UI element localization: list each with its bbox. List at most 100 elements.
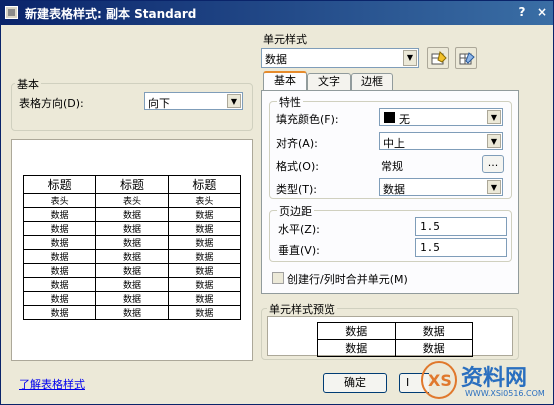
preview-data-cell: 数据	[167, 235, 242, 250]
type-label: 类型(T):	[276, 183, 318, 196]
table-preview: 标题 标题 标题 表头 表头 表头 数据 数据 数据 数据 数据 数据 数据 数据 数据 数据 数据…	[22, 175, 242, 320]
cell-preview-row: 数据 数据	[317, 339, 473, 357]
preview-title-row: 标题 标题 标题	[22, 175, 242, 194]
preview-data-row: 数据 数据 数据	[22, 249, 242, 264]
horizontal-margin-input[interactable]: 1.5	[415, 217, 507, 236]
watermark-url: WWW.XSi0516.COM	[465, 389, 545, 398]
direction-value: 向下	[148, 97, 170, 110]
properties-group-label: 特性	[277, 94, 303, 110]
manage-cell-style-button[interactable]	[455, 47, 477, 69]
close-button[interactable]: ×	[533, 4, 551, 21]
preview-data-cell: 数据	[22, 221, 97, 236]
preview-data-cell: 数据	[22, 249, 97, 264]
preview-data-row: 数据 数据 数据	[22, 263, 242, 278]
basic-group-label: 基本	[15, 76, 41, 92]
help-button[interactable]: ?	[513, 4, 531, 21]
merge-cells-label: 创建行/列时合并单元(M)	[287, 273, 408, 286]
preview-data-row: 数据 数据 数据	[22, 235, 242, 250]
preview-data-cell: 数据	[95, 291, 169, 306]
alignment-value: 中上	[383, 137, 405, 150]
watermark: XS 资料网 WWW.XSi0516.COM	[419, 357, 553, 403]
preview-data-row: 数据 数据 数据	[22, 221, 242, 236]
chevron-down-icon[interactable]: ▼	[487, 134, 501, 148]
preview-data-row: 数据 数据 数据	[22, 207, 242, 222]
preview-data-cell: 数据	[167, 221, 242, 236]
preview-data-cell: 数据	[22, 277, 97, 292]
cell-preview-cell: 数据	[317, 322, 396, 340]
fill-color-label: 填充颜色(F):	[276, 113, 339, 126]
vertical-margin-label: 垂直(V):	[278, 244, 320, 257]
new-cell-style-button[interactable]	[427, 47, 449, 69]
vertical-margin-value: 1.5	[420, 241, 440, 254]
preview-data-cell: 数据	[22, 263, 97, 278]
cell-preview-panel: 数据 数据 数据 数据	[267, 316, 513, 357]
tab-border[interactable]: 边框	[351, 73, 393, 91]
tab-basic[interactable]: 基本	[263, 71, 307, 91]
vertical-margin-input[interactable]: 1.5	[415, 238, 507, 257]
app-icon	[5, 6, 18, 19]
format-value: 常规	[381, 160, 403, 173]
preview-data-cell: 数据	[167, 249, 242, 264]
cell-style-dropdown[interactable]: 数据 ▼	[261, 48, 419, 68]
preview-title-cell: 标题	[167, 175, 242, 194]
preview-data-cell: 数据	[167, 291, 242, 306]
preview-data-row: 数据 数据 数据	[22, 305, 242, 320]
cell-preview-cell: 数据	[394, 339, 473, 357]
type-dropdown[interactable]: 数据 ▼	[379, 178, 503, 196]
preview-title-cell: 标题	[22, 175, 97, 194]
cell-preview-table: 数据 数据 数据 数据	[317, 322, 473, 357]
direction-label: 表格方向(D):	[19, 97, 84, 110]
preview-data-cell: 数据	[22, 207, 97, 222]
preview-data-cell: 数据	[167, 277, 242, 292]
direction-dropdown[interactable]: 向下 ▼	[144, 92, 243, 110]
cell-style-label: 单元样式	[263, 33, 307, 46]
new-style-icon	[431, 51, 447, 65]
watermark-text: 资料网	[461, 366, 528, 391]
watermark-logo-icon: XS	[421, 361, 457, 399]
preview-data-cell: 数据	[95, 207, 169, 222]
chevron-down-icon[interactable]: ▼	[487, 110, 501, 124]
chevron-down-icon[interactable]: ▼	[403, 50, 417, 66]
preview-header-row: 表头 表头 表头	[22, 193, 242, 208]
cell-style-value: 数据	[265, 53, 287, 66]
preview-header-cell: 表头	[95, 193, 169, 208]
preview-data-cell: 数据	[22, 305, 97, 320]
window-title: 新建表格样式: 副本 Standard	[25, 7, 197, 21]
preview-title-cell: 标题	[95, 175, 169, 194]
preview-data-cell: 数据	[167, 305, 242, 320]
preview-data-cell: 数据	[95, 221, 169, 236]
tab-text[interactable]: 文字	[307, 73, 351, 91]
manage-style-icon	[459, 52, 475, 65]
format-label: 格式(O):	[276, 160, 319, 173]
preview-data-cell: 数据	[95, 277, 169, 292]
preview-data-cell: 数据	[95, 263, 169, 278]
preview-data-cell: 数据	[22, 235, 97, 250]
title-bar: 新建表格样式: 副本 Standard ? ×	[1, 1, 553, 25]
ok-button[interactable]: 确定	[323, 373, 387, 393]
cell-preview-cell: 数据	[317, 339, 396, 357]
fill-color-value: 无	[399, 113, 410, 126]
chevron-down-icon[interactable]: ▼	[487, 180, 501, 194]
preview-data-row: 数据 数据 数据	[22, 277, 242, 292]
alignment-dropdown[interactable]: 中上 ▼	[379, 132, 503, 150]
cell-preview-cell: 数据	[394, 322, 473, 340]
learn-table-styles-link[interactable]: 了解表格样式	[19, 376, 85, 392]
preview-data-row: 数据 数据 数据	[22, 291, 242, 306]
fill-color-dropdown[interactable]: 无 ▼	[379, 108, 503, 126]
margins-group-label: 页边距	[277, 203, 314, 219]
preview-data-cell: 数据	[95, 249, 169, 264]
preview-header-cell: 表头	[167, 193, 242, 208]
preview-data-cell: 数据	[22, 291, 97, 306]
preview-data-cell: 数据	[167, 263, 242, 278]
dialog-window: 新建表格样式: 副本 Standard ? × 基本 表格方向(D): 向下 ▼…	[0, 0, 554, 405]
preview-data-cell: 数据	[167, 207, 242, 222]
format-browse-button[interactable]: ...	[482, 155, 504, 173]
preview-data-cell: 数据	[95, 305, 169, 320]
cell-preview-row: 数据 数据	[317, 322, 473, 340]
preview-data-cell: 数据	[95, 235, 169, 250]
chevron-down-icon[interactable]: ▼	[227, 94, 241, 108]
merge-cells-checkbox[interactable]	[272, 272, 284, 284]
horizontal-margin-value: 1.5	[420, 220, 440, 233]
color-swatch	[384, 112, 395, 123]
alignment-label: 对齐(A):	[276, 137, 318, 150]
